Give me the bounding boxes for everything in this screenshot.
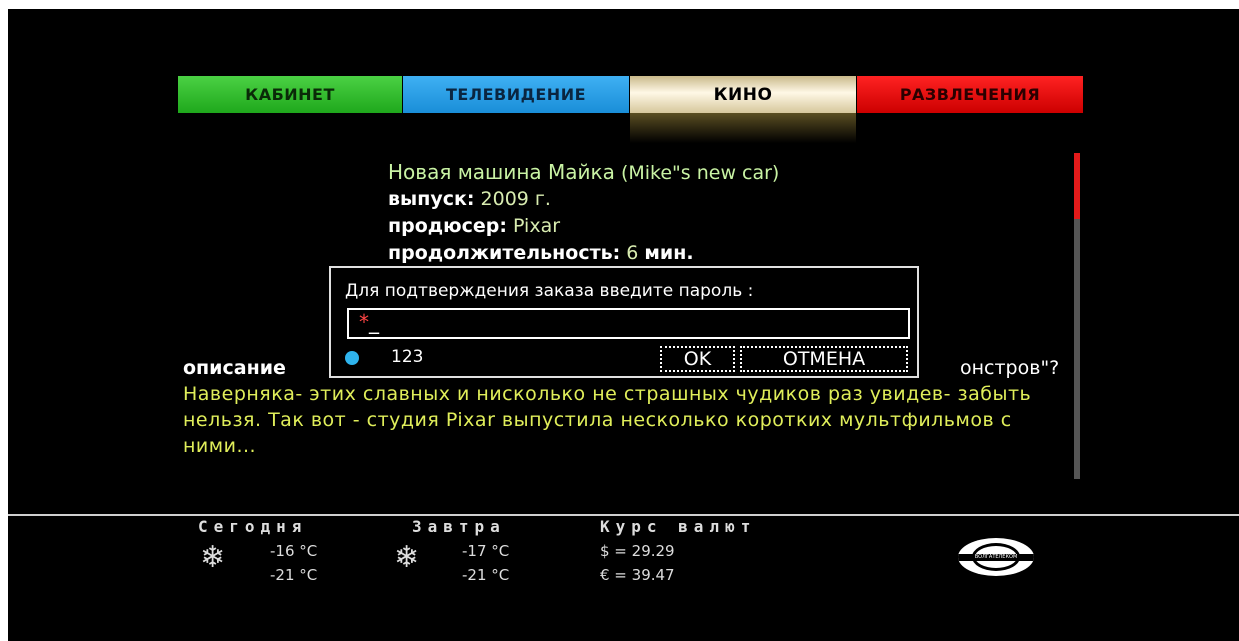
logo-text: ВОЛГАТЕЛЕКОМ [974, 554, 1018, 560]
tv-screen: КАБИНЕТ ТЕЛЕВИДЕНИЕ КИНО РАЗВЛЕЧЕНИЯ Нов… [8, 9, 1239, 641]
tab-cabinet[interactable]: КАБИНЕТ [178, 76, 402, 113]
password-input[interactable]: *_ [347, 308, 910, 339]
movie-title-original: (Mike"s new car) [620, 162, 780, 184]
tab-kino-highlight [630, 113, 856, 143]
description-text: Наверняка- этих славных и нисколько не с… [183, 383, 1032, 457]
cancel-button[interactable]: ОТМЕНА [740, 346, 908, 372]
ok-button[interactable]: OK [660, 346, 735, 372]
text-cursor: _ [369, 310, 379, 334]
duration-number: 6 [626, 242, 639, 264]
eur-rate: € = 39.47 [600, 566, 675, 584]
description-question-tail: онстров"? [960, 357, 1060, 379]
producer-label: продюсер: [388, 215, 507, 237]
movie-title-line: Новая машина Майка (Mike"s new car) [388, 159, 779, 187]
description-label: описание [183, 357, 286, 379]
bottom-divider [8, 514, 1239, 516]
password-value: * [359, 310, 369, 334]
password-hint: 123 [391, 347, 424, 367]
movie-title: Новая машина Майка [388, 160, 615, 184]
volgatelecom-logo: ВОЛГАТЕЛЕКОМ [958, 538, 1034, 576]
tab-entertainment[interactable]: РАЗВЛЕЧЕНИЯ [857, 76, 1083, 113]
duration-line: продолжительность: 6 мин. [388, 240, 694, 267]
duration-label: продолжительность: [388, 242, 621, 264]
usd-rate: $ = 29.29 [600, 542, 675, 560]
snowflake-icon: ❄ [200, 540, 226, 575]
dot-icon [345, 351, 359, 365]
tomorrow-day-temp: -17 °C [462, 542, 510, 560]
producer-line: продюсер: Pixar [388, 213, 560, 240]
release-line: выпуск: 2009 г. [388, 186, 551, 213]
tab-kino[interactable]: КИНО [630, 76, 856, 113]
today-night-temp: -21 °C [270, 566, 318, 584]
dialog-prompt: Для подтверждения заказа введите пароль … [345, 281, 754, 301]
scrollbar-thumb[interactable] [1074, 153, 1080, 219]
producer-value: Pixar [513, 215, 561, 237]
tomorrow-label: Завтра [412, 517, 506, 536]
today-label: Сегодня [198, 517, 308, 536]
today-day-temp: -16 °C [270, 542, 318, 560]
tab-television[interactable]: ТЕЛЕВИДЕНИЕ [403, 76, 629, 113]
tomorrow-night-temp: -21 °C [462, 566, 510, 584]
release-value: 2009 г. [480, 188, 551, 210]
release-label: выпуск: [388, 188, 475, 210]
snowflake-icon: ❄ [394, 540, 420, 575]
duration-unit: мин. [644, 242, 694, 264]
currency-label: Курс валют [600, 517, 757, 536]
password-dialog: Для подтверждения заказа введите пароль … [329, 266, 919, 378]
